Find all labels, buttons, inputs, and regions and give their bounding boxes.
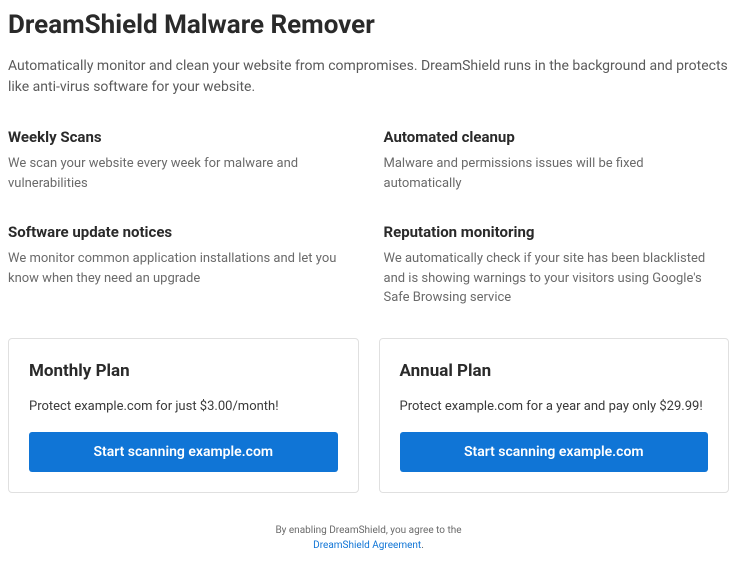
plan-card-monthly: Monthly Plan Protect example.com for jus… (8, 338, 359, 493)
feature-title: Reputation monitoring (384, 223, 720, 241)
feature-description: We monitor common application installati… (8, 249, 344, 288)
feature-title: Automated cleanup (384, 128, 720, 146)
dreamshield-agreement-link[interactable]: DreamShield Agreement (313, 540, 421, 551)
feature-description: We scan your website every week for malw… (8, 154, 344, 193)
page-title: DreamShield Malware Remover (8, 10, 729, 40)
feature-title: Weekly Scans (8, 128, 344, 146)
feature-title: Software update notices (8, 223, 344, 241)
plan-description: Protect example.com for a year and pay o… (400, 399, 709, 414)
plan-title: Monthly Plan (29, 361, 338, 381)
footer-text: By enabling DreamShield, you agree to th… (275, 525, 461, 536)
feature-description: Malware and permissions issues will be f… (384, 154, 720, 193)
start-scanning-annual-button[interactable]: Start scanning example.com (400, 432, 709, 472)
footer: By enabling DreamShield, you agree to th… (8, 523, 729, 553)
feature-software-update-notices: Software update notices We monitor commo… (8, 223, 354, 308)
features-grid: Weekly Scans We scan your website every … (8, 128, 729, 308)
start-scanning-monthly-button[interactable]: Start scanning example.com (29, 432, 338, 472)
feature-automated-cleanup: Automated cleanup Malware and permission… (384, 128, 730, 193)
footer-suffix: . (421, 540, 424, 551)
plans-grid: Monthly Plan Protect example.com for jus… (8, 338, 729, 493)
page-description: Automatically monitor and clean your web… (8, 56, 729, 98)
plan-card-annual: Annual Plan Protect example.com for a ye… (379, 338, 730, 493)
feature-weekly-scans: Weekly Scans We scan your website every … (8, 128, 354, 193)
feature-description: We automatically check if your site has … (384, 249, 720, 308)
feature-reputation-monitoring: Reputation monitoring We automatically c… (384, 223, 730, 308)
plan-title: Annual Plan (400, 361, 709, 381)
plan-description: Protect example.com for just $3.00/month… (29, 399, 338, 414)
